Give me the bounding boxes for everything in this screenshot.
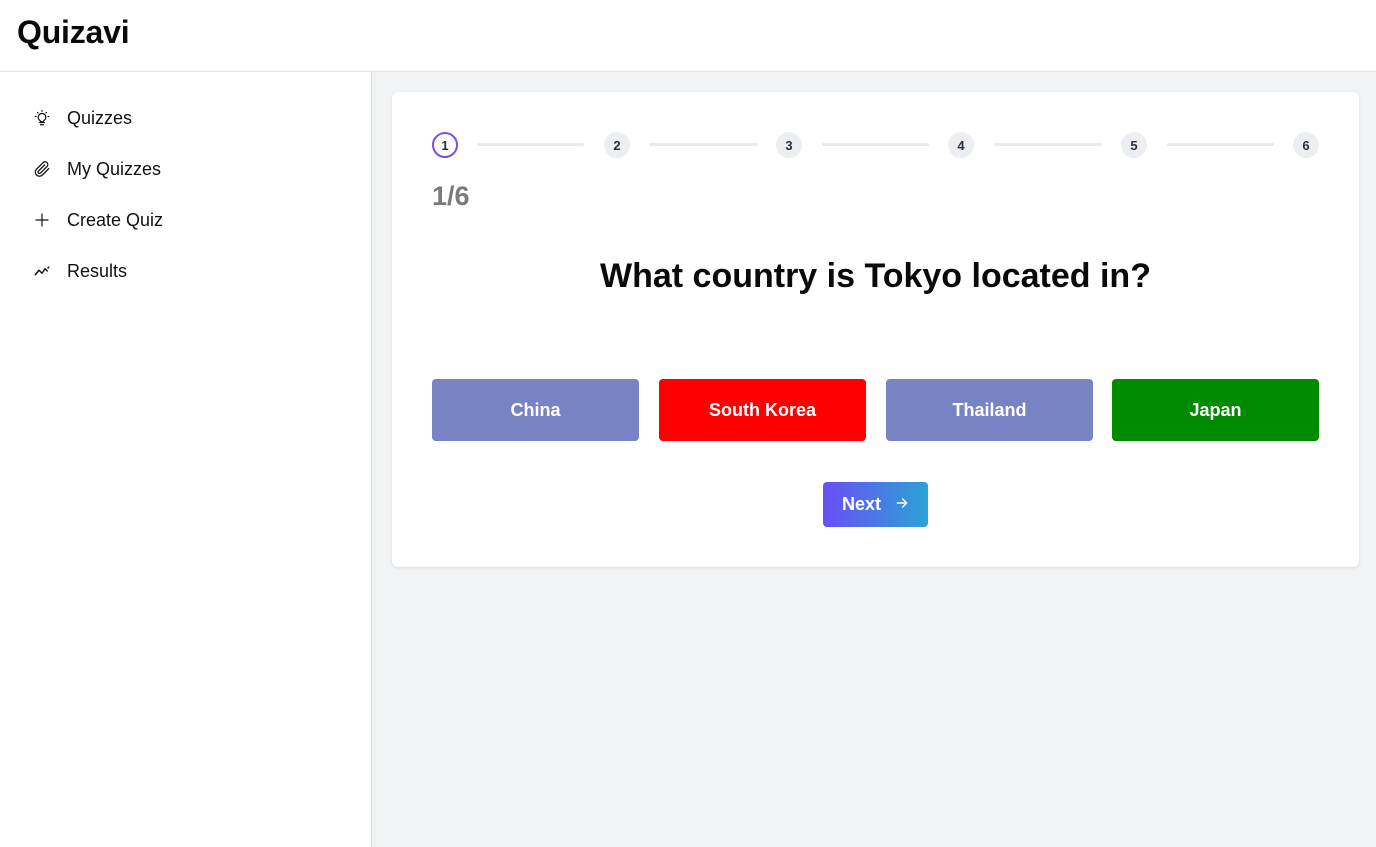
sidebar-item-results[interactable]: Results bbox=[32, 257, 332, 285]
step-2[interactable]: 2 bbox=[604, 132, 630, 158]
app-title[interactable]: Quizavi bbox=[17, 14, 130, 51]
sidebar-item-label: Create Quiz bbox=[67, 209, 164, 230]
answer-option-japan[interactable]: Japan bbox=[1112, 379, 1319, 441]
step-6[interactable]: 6 bbox=[1293, 132, 1319, 158]
sidebar-item-label: Quizzes bbox=[67, 107, 133, 128]
question-text: What country is Tokyo located in? bbox=[600, 257, 1151, 295]
step-connector bbox=[649, 143, 758, 146]
step-connector bbox=[1167, 143, 1274, 146]
sidebar-item-label: Results bbox=[67, 260, 128, 281]
step-1[interactable]: 1 bbox=[432, 132, 458, 158]
answer-option-south-korea[interactable]: South Korea bbox=[659, 379, 866, 441]
next-button[interactable]: Next bbox=[823, 482, 928, 527]
sidebar-item-label: My Quizzes bbox=[67, 158, 162, 179]
next-button-label: Next bbox=[841, 494, 881, 514]
sidebar-item-quizzes[interactable]: Quizzes bbox=[32, 104, 332, 132]
plus-icon bbox=[32, 210, 52, 230]
question-progress: 1/6 bbox=[432, 181, 470, 211]
step-connector bbox=[994, 143, 1102, 146]
answer-option-china[interactable]: China bbox=[432, 379, 639, 441]
step-4[interactable]: 4 bbox=[948, 132, 974, 158]
step-connector bbox=[477, 143, 584, 146]
quiz-card: 1 2 3 4 5 6 1/6 What country is Tokyo lo… bbox=[392, 92, 1359, 567]
step-connector bbox=[822, 143, 929, 146]
paperclip-icon bbox=[32, 159, 52, 179]
trend-line-icon bbox=[32, 261, 52, 281]
lightbulb-icon bbox=[32, 108, 52, 128]
sidebar: Quizzes My Quizzes Create Quiz Results bbox=[0, 72, 372, 847]
step-5[interactable]: 5 bbox=[1121, 132, 1147, 158]
sidebar-item-my-quizzes[interactable]: My Quizzes bbox=[32, 155, 332, 183]
arrow-right-icon bbox=[895, 494, 909, 515]
app-header: Quizavi bbox=[0, 0, 1376, 72]
step-3[interactable]: 3 bbox=[776, 132, 802, 158]
sidebar-item-create-quiz[interactable]: Create Quiz bbox=[32, 206, 332, 234]
answer-option-thailand[interactable]: Thailand bbox=[886, 379, 1093, 441]
